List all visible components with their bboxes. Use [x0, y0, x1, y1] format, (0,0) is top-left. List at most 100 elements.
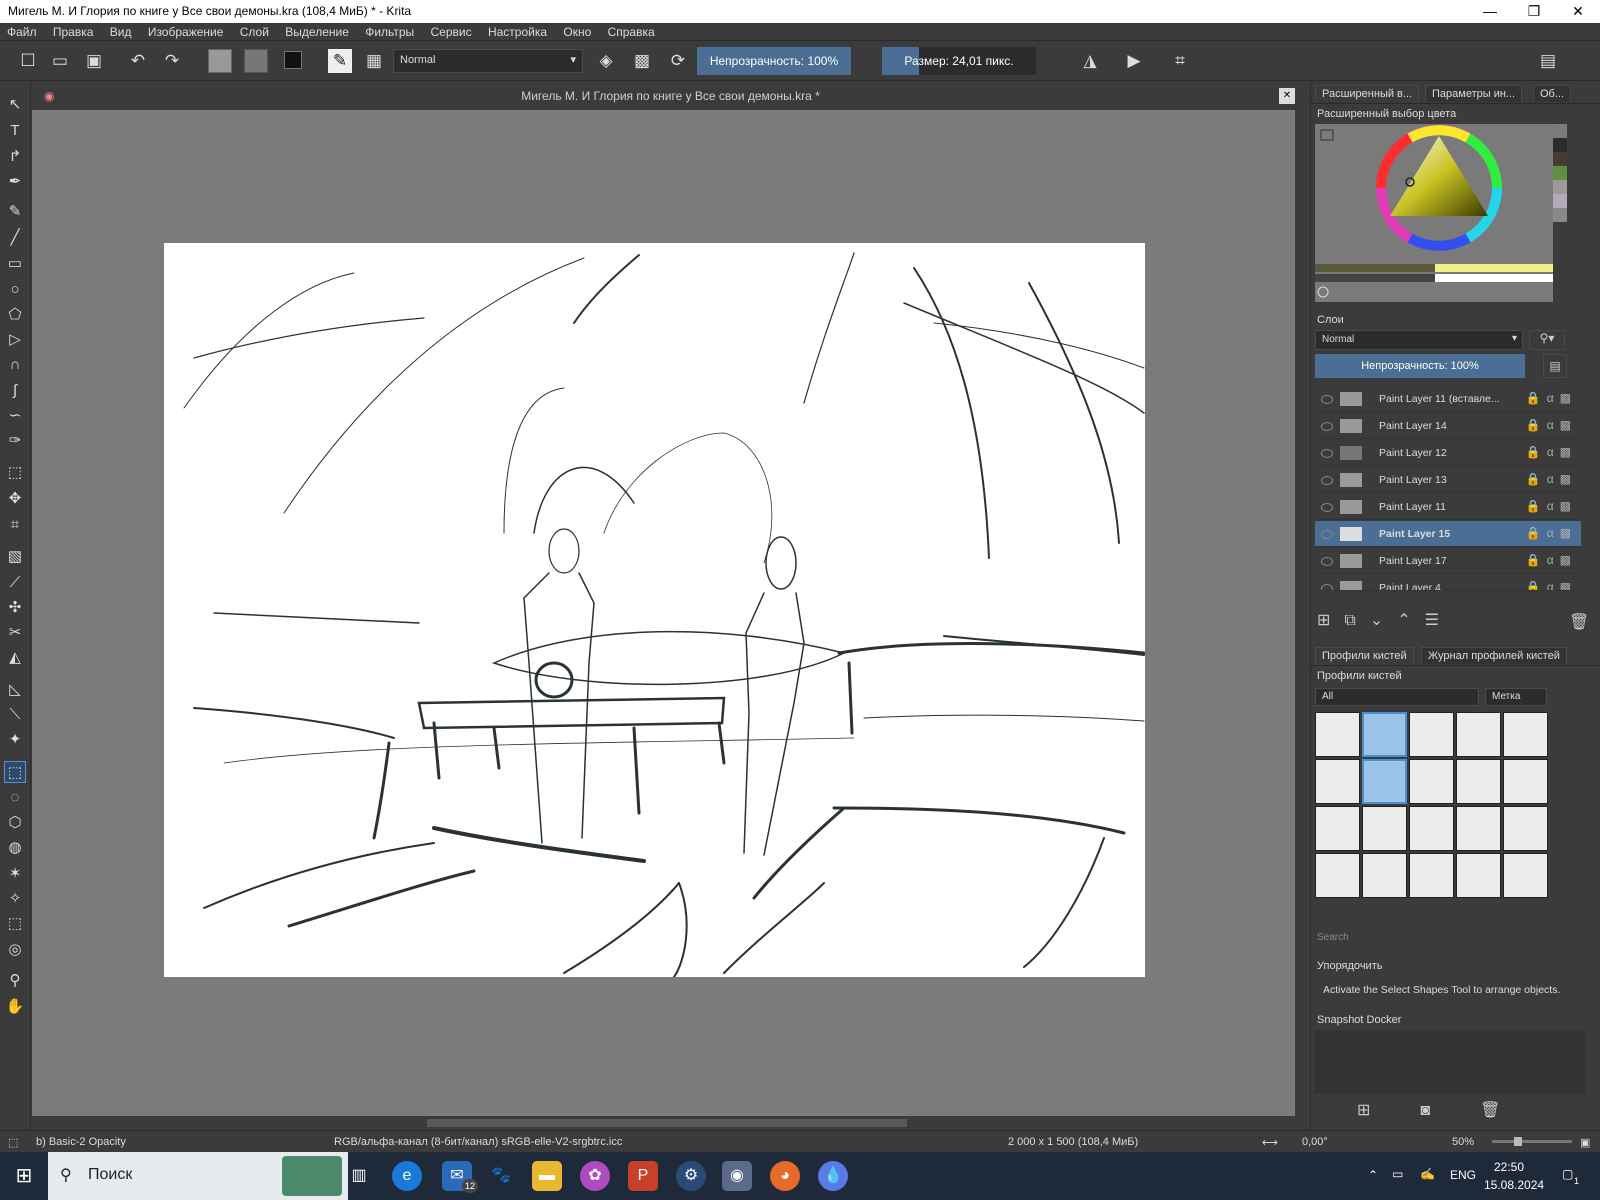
multibrush-icon[interactable]: ✑	[4, 430, 26, 452]
menu-file[interactable]: Файл	[0, 23, 43, 39]
preserve-alpha-icon[interactable]: ▩	[630, 49, 654, 73]
close-document-icon[interactable]: ✕	[1279, 88, 1295, 104]
polyline-tool-icon[interactable]: ▷	[4, 329, 26, 351]
brush-preset[interactable]	[1503, 712, 1548, 757]
new-document-icon[interactable]: ☐	[16, 49, 40, 73]
menu-filters[interactable]: Фильтры	[358, 23, 420, 39]
reload-preset-icon[interactable]: ⟳	[666, 49, 690, 73]
language-indicator[interactable]: ENG	[1450, 1168, 1476, 1182]
freehand-brush-icon[interactable]: ✎	[4, 201, 26, 223]
fill-gradient-icon[interactable]	[208, 49, 232, 73]
brush-preset[interactable]	[1409, 712, 1454, 757]
visibility-icon[interactable]	[1321, 503, 1333, 512]
move-tool-icon[interactable]: ✥	[4, 488, 26, 510]
menu-layer[interactable]: Слой	[233, 23, 275, 39]
elliptical-selection-icon[interactable]: ◌	[4, 787, 26, 809]
tab-brush-presets[interactable]: Профили кистей	[1315, 647, 1414, 664]
zoom-slider[interactable]	[1492, 1137, 1572, 1146]
select-shapes-icon[interactable]: ↖	[4, 94, 26, 116]
minimize-button[interactable]: —	[1468, 0, 1512, 23]
menu-image[interactable]: Изображение	[141, 23, 230, 39]
gimp-icon[interactable]: 🐾	[486, 1161, 516, 1191]
clock-time[interactable]: 22:50	[1494, 1160, 1524, 1174]
horizontal-scrollbar-thumb[interactable]	[427, 1119, 907, 1127]
visibility-icon[interactable]	[1321, 476, 1333, 485]
move-layer-down-icon[interactable]: ⌄	[1370, 612, 1397, 629]
polygonal-selection-icon[interactable]: ⬡	[4, 812, 26, 834]
layer-row[interactable]: Paint Layer 11 (вставле... 🔒α▩	[1315, 386, 1581, 412]
tab-brush-history[interactable]: Журнал профилей кистей	[1421, 647, 1567, 664]
powerpoint-icon[interactable]: P	[628, 1161, 658, 1191]
taskbar-search[interactable]: ⚲ Поиск	[48, 1152, 348, 1200]
calligraphy-icon[interactable]: ✒	[4, 171, 26, 193]
clock-date[interactable]: 15.08.2024	[1484, 1178, 1544, 1192]
selection-icon[interactable]: ⬚	[8, 1136, 18, 1149]
visibility-icon[interactable]	[1321, 584, 1333, 590]
line-tool-icon[interactable]: ╱	[4, 227, 26, 249]
brush-preset[interactable]	[1503, 759, 1548, 804]
menu-window[interactable]: Окно	[556, 23, 597, 39]
layer-opacity-slider[interactable]: Непрозрачность: 100%	[1315, 354, 1525, 378]
edge-browser-icon[interactable]: e	[392, 1161, 422, 1191]
fill-tool-icon[interactable]: ◭	[4, 647, 26, 669]
menu-view[interactable]: Вид	[103, 23, 138, 39]
visibility-icon[interactable]	[1321, 557, 1333, 566]
menu-settings[interactable]: Настройка	[481, 23, 553, 39]
brush-preset-selected[interactable]	[1362, 759, 1407, 804]
layer-lock-icons[interactable]: 🔒α▩	[1526, 418, 1577, 432]
rotate-icon[interactable]: ⟷	[1262, 1136, 1278, 1149]
brush-preset[interactable]	[1456, 806, 1501, 851]
move-layer-up-icon[interactable]: ⌃	[1397, 612, 1424, 629]
document-tab[interactable]: ◉ Мигель М. И Глория по книге у Все свои…	[32, 82, 1309, 110]
brush-editor-icon[interactable]: ✎	[328, 49, 352, 73]
menu-tools[interactable]: Сервис	[424, 23, 478, 39]
visibility-icon[interactable]	[1321, 422, 1333, 431]
contiguous-selection-icon[interactable]: ✶	[4, 863, 26, 885]
mirror-horizontal-icon[interactable]: ◮	[1078, 49, 1102, 73]
delete-snapshot-icon[interactable]: 🗑	[1480, 1102, 1550, 1119]
brush-preset[interactable]	[1456, 712, 1501, 757]
visibility-icon[interactable]	[1321, 449, 1333, 458]
layer-options-icon[interactable]: ☰	[1425, 612, 1453, 629]
layer-lock-icons[interactable]: 🔒α▩	[1526, 553, 1577, 567]
edit-shapes-icon[interactable]: ↱	[4, 146, 26, 168]
rectangle-tool-icon[interactable]: ▭	[4, 253, 26, 275]
brush-preset[interactable]	[1315, 759, 1360, 804]
measure-tool-icon[interactable]: ⟍	[4, 704, 26, 726]
undo-icon[interactable]: ↶	[126, 49, 150, 73]
layer-row[interactable]: Paint Layer 14 🔒α▩	[1315, 413, 1581, 439]
horizontal-scrollbar[interactable]	[32, 1116, 1309, 1130]
pen-icon[interactable]: ✍	[1420, 1167, 1435, 1181]
firefox-icon[interactable]: ◕	[770, 1161, 800, 1191]
file-explorer-icon[interactable]: ▬	[532, 1161, 562, 1191]
vertical-scrollbar[interactable]	[1295, 110, 1309, 1116]
brush-preset[interactable]	[1362, 806, 1407, 851]
menu-edit[interactable]: Правка	[46, 23, 100, 39]
brush-preset[interactable]	[1315, 712, 1360, 757]
krita-taskbar-icon[interactable]: ◉	[722, 1161, 752, 1191]
layer-row[interactable]: Paint Layer 12 🔒α▩	[1315, 440, 1581, 466]
recent-colors-column[interactable]	[1553, 124, 1567, 302]
layer-filter-icon[interactable]: ⚲▾	[1529, 330, 1565, 350]
freehand-path-icon[interactable]: ʃ	[4, 380, 26, 402]
menu-select[interactable]: Выделение	[278, 23, 355, 39]
text-tool-icon[interactable]: T	[4, 120, 26, 142]
freehand-selection-icon[interactable]: ◍	[4, 837, 26, 859]
layer-properties-icon[interactable]: ▤	[1543, 354, 1567, 378]
tab-overview[interactable]: Об...	[1533, 85, 1572, 102]
eraser-icon[interactable]: ◈	[594, 49, 618, 73]
layer-lock-icons[interactable]: 🔒α▩	[1526, 445, 1577, 459]
opacity-slider[interactable]: Непрозрачность: 100%	[697, 47, 851, 75]
dynamic-brush-icon[interactable]: ∽	[4, 405, 26, 427]
layer-row[interactable]: Paint Layer 13 🔒α▩	[1315, 467, 1581, 493]
layer-lock-icons[interactable]: 🔒α▩	[1526, 499, 1577, 513]
pan-tool-icon[interactable]: ✋	[4, 996, 26, 1018]
task-view-icon[interactable]: ▥	[344, 1161, 374, 1191]
visibility-icon[interactable]	[1321, 395, 1333, 404]
layer-row[interactable]: Paint Layer 17 🔒α▩	[1315, 548, 1581, 574]
camera-icon[interactable]: ◙	[1420, 1102, 1480, 1119]
layer-lock-icons[interactable]: 🔒α▩	[1526, 391, 1577, 405]
brush-preset[interactable]	[1409, 806, 1454, 851]
add-snapshot-icon[interactable]: ⊞	[1357, 1102, 1420, 1119]
visibility-icon[interactable]	[1321, 530, 1333, 539]
